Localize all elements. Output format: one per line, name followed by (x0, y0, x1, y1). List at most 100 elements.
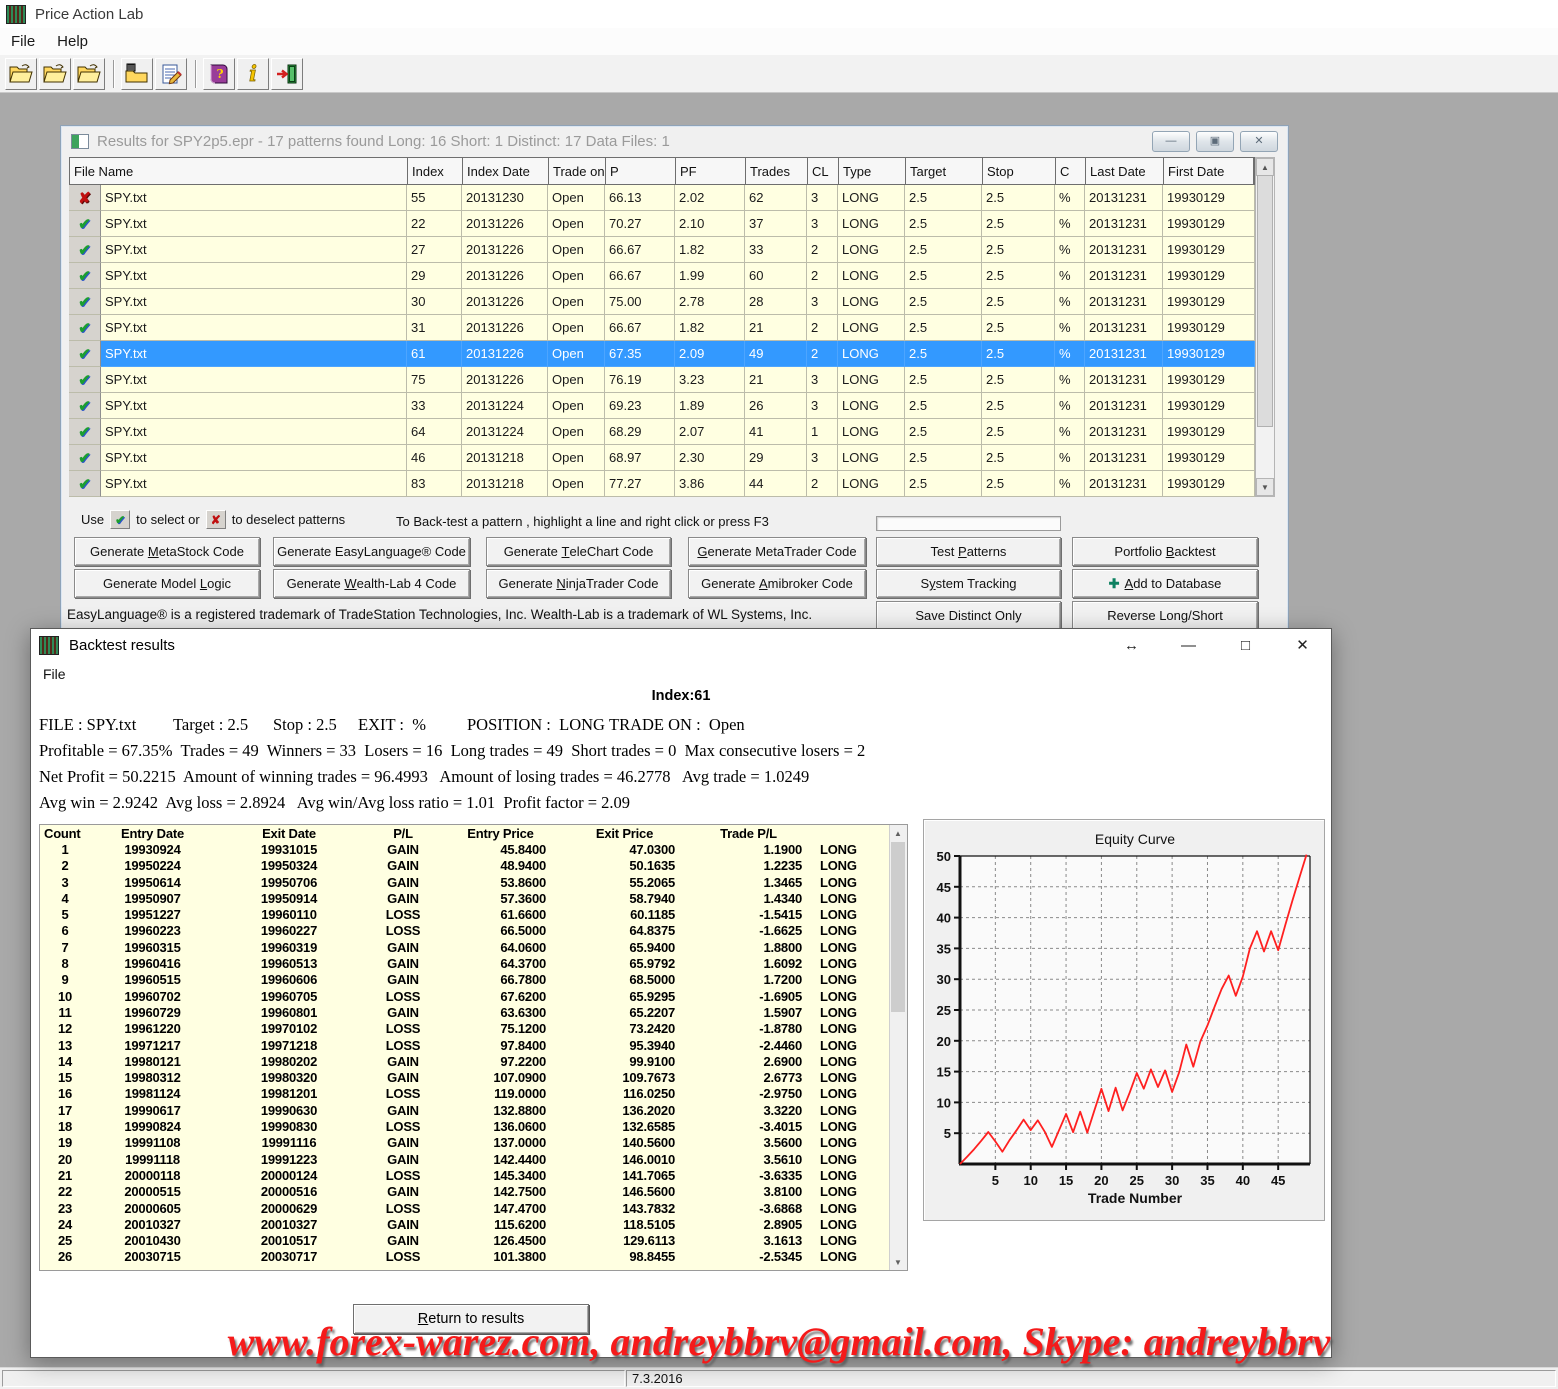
generate-wealth-lab-4-code-button[interactable]: Generate Wealth-Lab 4 Code (273, 569, 470, 598)
trade-row[interactable]: 171999061719990630GAIN132.8800136.20203.… (40, 1103, 907, 1119)
trade-row[interactable]: 101996070219960705LOSS67.620065.9295-1.6… (40, 989, 907, 1005)
select-check-icon[interactable]: ✔ (69, 237, 101, 263)
return-to-results-button[interactable]: Return to results (353, 1304, 589, 1334)
open-file-button-1[interactable] (5, 58, 37, 90)
select-check-icon[interactable]: ✔ (69, 367, 101, 393)
maximize-button[interactable]: □ (1217, 629, 1274, 661)
open-file-button-3[interactable] (73, 58, 105, 90)
select-check-icon[interactable]: ✔ (69, 263, 101, 289)
scrollbar-thumb[interactable] (891, 842, 905, 1012)
deselect-cross-icon[interactable]: ✘ (69, 185, 101, 211)
select-check-icon[interactable]: ✔ (69, 341, 101, 367)
menu-help[interactable]: Help (46, 29, 99, 54)
save-distinct-only-button[interactable]: Save Distinct Only (876, 601, 1061, 630)
add-to-database-button[interactable]: ✚Add to Database (1072, 569, 1258, 598)
close-button[interactable]: ✕ (1274, 629, 1331, 661)
column-header-index[interactable]: Index (408, 158, 463, 184)
table-row[interactable]: ✔SPY.txt2720131226Open66.671.82332LONG2.… (69, 237, 1255, 263)
column-header-first-date[interactable]: First Date (1164, 158, 1254, 184)
menu-file[interactable]: File (0, 29, 46, 54)
select-check-icon[interactable]: ✔ (69, 471, 101, 497)
generate-metastock-code-button[interactable]: Generate MetaStock Code (74, 537, 260, 566)
close-button[interactable]: ✕ (1240, 131, 1278, 152)
trade-row[interactable]: 222000051520000516GAIN142.7500146.56003.… (40, 1184, 907, 1200)
trade-row[interactable]: 131997121719971218LOSS97.840095.3940-2.4… (40, 1038, 907, 1054)
table-row[interactable]: ✘SPY.txt5520131230Open66.132.02623LONG2.… (69, 185, 1255, 211)
column-header-c[interactable]: C (1056, 158, 1086, 184)
trade-row[interactable]: 41995090719950914GAIN57.360058.79401.434… (40, 891, 907, 907)
trade-row[interactable]: 161998112419981201LOSS119.0000116.0250-2… (40, 1086, 907, 1102)
column-header-file-name[interactable]: File Name (70, 158, 408, 184)
open-file-button-2[interactable] (39, 58, 71, 90)
column-header-target[interactable]: Target (906, 158, 983, 184)
scroll-up-icon[interactable]: ▲ (890, 825, 906, 841)
exit-button[interactable] (271, 58, 303, 90)
column-header-trade-on[interactable]: Trade on (549, 158, 606, 184)
trade-row[interactable]: 242001032720010327GAIN115.6200118.51052.… (40, 1217, 907, 1233)
trade-row[interactable]: 141998012119980202GAIN97.220099.91002.69… (40, 1054, 907, 1070)
table-row[interactable]: ✔SPY.txt3020131226Open75.002.78283LONG2.… (69, 289, 1255, 315)
generate-model-logic-button[interactable]: Generate Model Logic (74, 569, 260, 598)
trade-row[interactable]: 232000060520000629LOSS147.4700143.7832-3… (40, 1201, 907, 1217)
table-row[interactable]: ✔SPY.txt2920131226Open66.671.99602LONG2.… (69, 263, 1255, 289)
column-header-cl[interactable]: CL (808, 158, 839, 184)
select-check-icon[interactable]: ✔ (69, 393, 101, 419)
column-header-index-date[interactable]: Index Date (463, 158, 549, 184)
system-tracking-button[interactable]: System Tracking (876, 569, 1061, 598)
trade-row[interactable]: 181999082419990830LOSS136.0600132.6585-3… (40, 1119, 907, 1135)
trade-row[interactable]: 81996041619960513GAIN64.370065.97921.609… (40, 956, 907, 972)
select-check-icon[interactable]: ✔ (69, 211, 101, 237)
trade-row[interactable]: 121996122019970102LOSS75.120073.2420-1.8… (40, 1021, 907, 1037)
about-info-button[interactable]: i (237, 58, 269, 90)
scan-folder-button[interactable] (121, 58, 153, 90)
column-header-pf[interactable]: PF (676, 158, 746, 184)
trade-row[interactable]: 11993092419931015GAIN45.840047.03001.190… (40, 842, 907, 858)
trade-row[interactable]: 191999110819991116GAIN137.0000140.56003.… (40, 1135, 907, 1151)
scroll-down-icon[interactable]: ▼ (1256, 478, 1274, 496)
table-row[interactable]: ✔SPY.txt6420131224Open68.292.07411LONG2.… (69, 419, 1255, 445)
maximize-button[interactable]: ▣ (1196, 131, 1234, 152)
trade-row[interactable]: 151998031219980320GAIN107.0900109.76732.… (40, 1070, 907, 1086)
generate-easylanguage-code-button[interactable]: Generate EasyLanguage® Code (273, 537, 470, 566)
minimize-button[interactable]: — (1160, 629, 1217, 661)
select-check-icon[interactable]: ✔ (69, 289, 101, 315)
column-header-last-date[interactable]: Last Date (1086, 158, 1164, 184)
trade-row[interactable]: 252001043020010517GAIN126.4500129.61133.… (40, 1233, 907, 1249)
generate-metatrader-code-button[interactable]: Generate MetaTrader Code (688, 537, 866, 566)
minimize-button[interactable]: — (1152, 131, 1190, 152)
patterns-table-scrollbar[interactable]: ▲ ▼ (1255, 157, 1275, 497)
scrollbar-thumb[interactable] (1257, 175, 1273, 427)
portfolio-backtest-button[interactable]: Portfolio Backtest (1072, 537, 1258, 566)
table-row[interactable]: ✔SPY.txt3120131226Open66.671.82212LONG2.… (69, 315, 1255, 341)
trade-row[interactable]: 71996031519960319GAIN64.060065.94001.880… (40, 940, 907, 956)
trades-scrollbar[interactable]: ▲ ▼ (889, 825, 907, 1270)
trade-row[interactable]: 61996022319960227LOSS66.500064.8375-1.66… (40, 923, 907, 939)
trade-row[interactable]: 51995122719960110LOSS61.660060.1185-1.54… (40, 907, 907, 923)
table-row[interactable]: ✔SPY.txt8320131218Open77.273.86442LONG2.… (69, 471, 1255, 497)
column-header-type[interactable]: Type (839, 158, 906, 184)
test-patterns-button[interactable]: Test Patterns (876, 537, 1061, 566)
generate-amibroker-code-button[interactable]: Generate Amibroker Code (688, 569, 866, 598)
scroll-up-icon[interactable]: ▲ (1256, 158, 1274, 176)
generate-telechart-code-button[interactable]: Generate TeleChart Code (486, 537, 671, 566)
table-row[interactable]: ✔SPY.txt2220131226Open70.272.10373LONG2.… (69, 211, 1255, 237)
scroll-down-icon[interactable]: ▼ (890, 1254, 906, 1270)
trade-row[interactable]: 91996051519960606GAIN66.780068.50001.720… (40, 972, 907, 988)
results-titlebar[interactable]: Results for SPY2p5.epr - 17 patterns fou… (61, 126, 1288, 156)
table-row[interactable]: ✔SPY.txt6120131226Open67.352.09492LONG2.… (69, 341, 1255, 367)
trade-row[interactable]: 262003071520030717LOSS101.380098.8455-2.… (40, 1249, 907, 1265)
edit-document-button[interactable] (155, 58, 187, 90)
select-check-icon[interactable]: ✔ (69, 315, 101, 341)
select-check-icon[interactable]: ✔ (69, 445, 101, 471)
reverse-long-short-button[interactable]: Reverse Long/Short (1072, 601, 1258, 630)
trade-row[interactable]: 31995061419950706GAIN53.860055.20651.346… (40, 875, 907, 891)
column-header-p[interactable]: P (606, 158, 676, 184)
column-header-trades[interactable]: Trades (746, 158, 808, 184)
table-row[interactable]: ✔SPY.txt4620131218Open68.972.30293LONG2.… (69, 445, 1255, 471)
generate-ninjatrader-code-button[interactable]: Generate NinjaTrader Code (486, 569, 671, 598)
trade-row[interactable]: 212000011820000124LOSS145.3400141.7065-3… (40, 1168, 907, 1184)
resize-handle-icon[interactable]: ↔ (1103, 629, 1160, 661)
help-book-button[interactable]: ? (203, 58, 235, 90)
table-row[interactable]: ✔SPY.txt3320131224Open69.231.89263LONG2.… (69, 393, 1255, 419)
select-check-icon[interactable]: ✔ (69, 419, 101, 445)
